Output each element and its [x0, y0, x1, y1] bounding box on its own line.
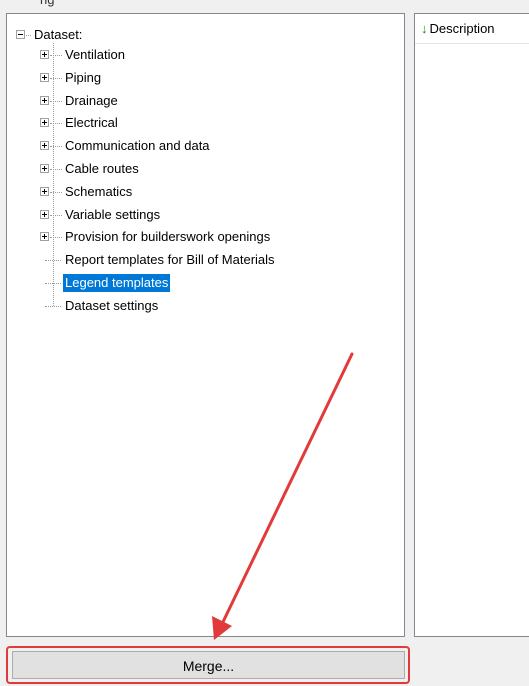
annotation-arrow-head	[212, 616, 232, 640]
annotation-arrow	[212, 352, 354, 640]
annotation-arrow-line	[220, 352, 354, 626]
